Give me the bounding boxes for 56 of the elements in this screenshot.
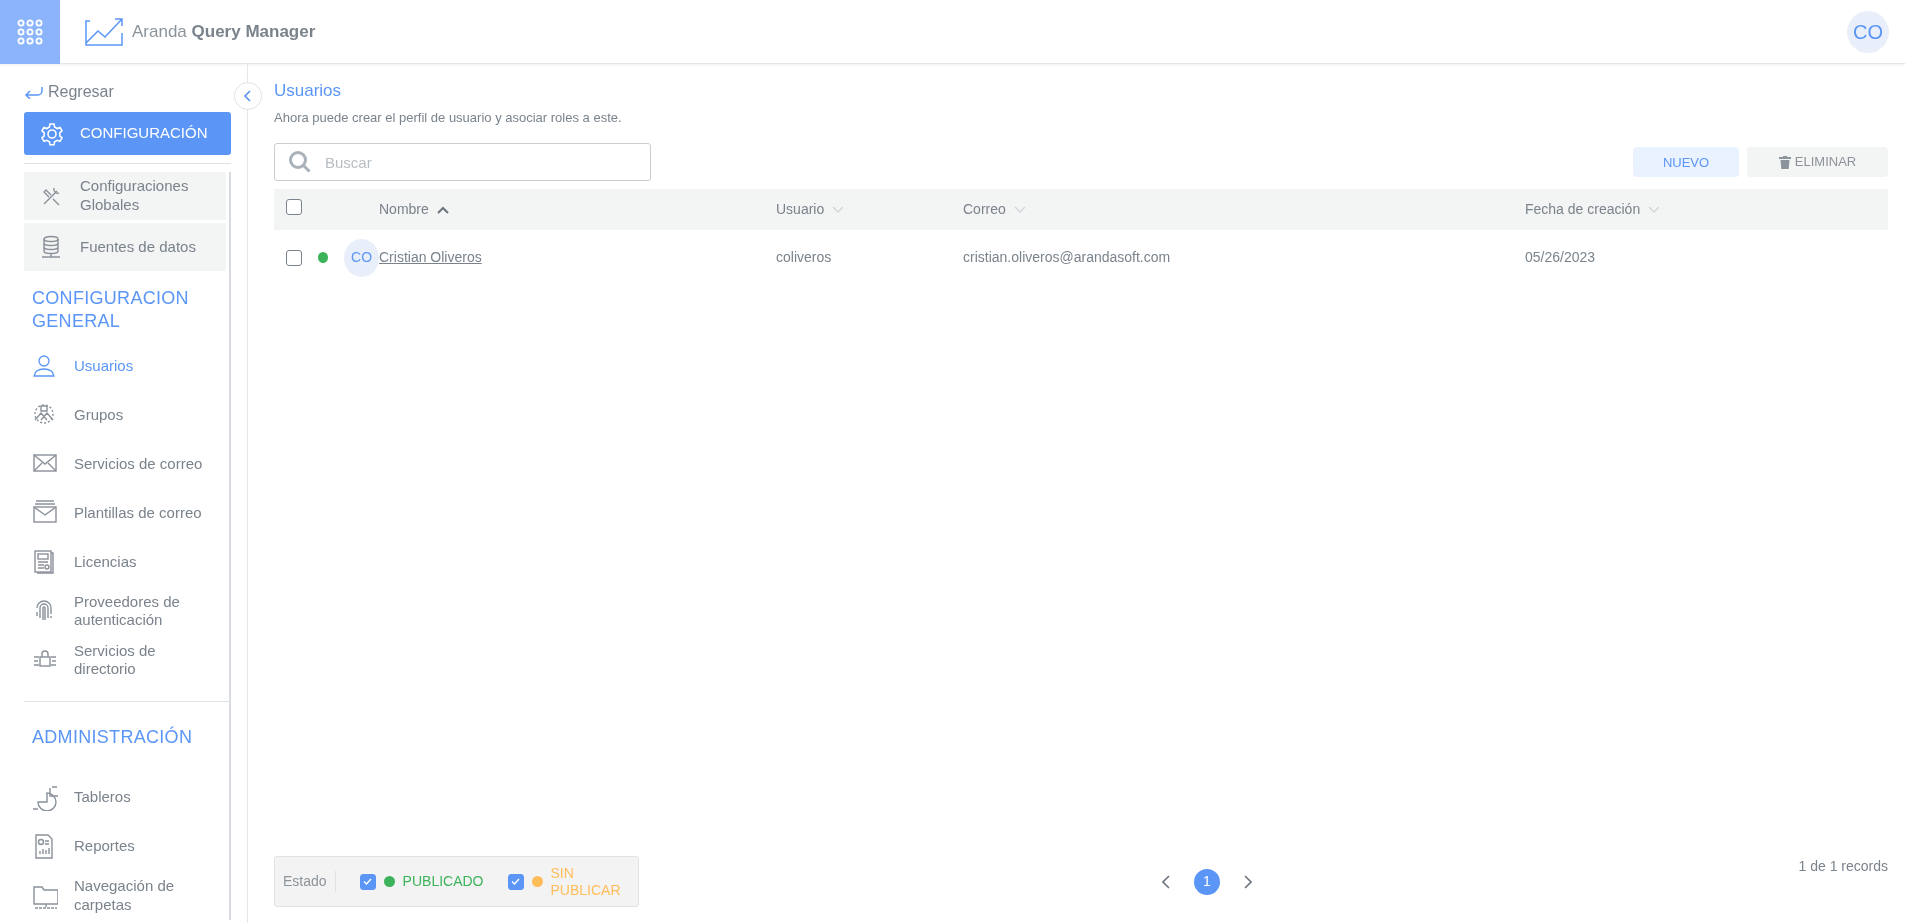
chevron-right-icon xyxy=(1244,875,1252,890)
collapse-sidebar-button[interactable] xyxy=(234,82,262,110)
sidebar-nav-link[interactable]: Servicios de correo xyxy=(24,439,229,489)
filter-checkbox[interactable] xyxy=(359,873,376,890)
user-avatar: CO xyxy=(344,238,379,277)
grid-dots-icon xyxy=(17,18,43,45)
sidebar-nav-link[interactable]: Usuarios xyxy=(24,341,229,391)
page-button[interactable]: 1 xyxy=(1194,868,1220,895)
sidebar-subitem-button[interactable]: Configuraciones Globales xyxy=(24,172,226,220)
section-heading: ADMINISTRACIÓN xyxy=(31,725,194,749)
records-count: 1 de 1 records xyxy=(1798,857,1888,876)
user-name-link[interactable]: Cristian Oliveros xyxy=(379,249,482,265)
page-subtitle: Ahora puede crear el perfil de usuario y asociar roles a este. xyxy=(274,108,623,127)
select-all-checkbox[interactable] xyxy=(286,198,302,215)
new-button[interactable]: NUEVO xyxy=(1633,147,1739,177)
chevron-left-icon xyxy=(244,90,252,102)
sidebar-nav-link[interactable]: Servicios de directorio xyxy=(24,635,229,685)
table-cell: coliveros xyxy=(776,249,832,265)
filter-option-label: SIN PUBLICAR xyxy=(550,865,622,898)
person-icon xyxy=(32,353,58,380)
search-icon xyxy=(288,150,312,174)
chart-line-logo-icon xyxy=(84,16,124,47)
sidebar-nav-link[interactable]: Plantillas de correo xyxy=(24,488,229,538)
sidebar-nav-link[interactable]: Licencias xyxy=(24,537,229,587)
pie-chart-icon xyxy=(32,784,58,811)
sidebar-nav-link[interactable]: Reportes xyxy=(24,822,229,872)
trash-icon xyxy=(1778,155,1791,169)
return-arrow-icon xyxy=(24,85,44,99)
sidebar-subitem-button[interactable]: Fuentes de datos xyxy=(24,223,226,271)
row-checkbox[interactable] xyxy=(286,249,302,266)
apps-menu-button[interactable] xyxy=(0,0,60,64)
user-avatar[interactable]: CO xyxy=(1847,10,1889,53)
filter-label: Estado xyxy=(283,871,336,892)
section-heading: CONFIGURACION GENERAL xyxy=(31,287,190,334)
sidebar-nav-link[interactable]: Proveedores de autenticación xyxy=(24,586,229,636)
column-header[interactable]: Fecha de creación xyxy=(1525,199,1641,220)
sidebar-nav-link[interactable]: Tableros xyxy=(24,773,229,823)
filter-checkbox[interactable] xyxy=(507,873,524,890)
table-cell: cristian.oliveros@arandasoft.com xyxy=(963,249,1171,265)
chevron-left-icon xyxy=(1162,875,1170,890)
page-title: Usuarios xyxy=(274,80,343,102)
filter-option-label: PUBLICADO xyxy=(402,873,484,890)
check-icon xyxy=(363,878,373,885)
gear-icon xyxy=(40,121,64,146)
column-header[interactable]: Usuario xyxy=(776,199,825,220)
table-cell: 05/26/2023 xyxy=(1525,249,1596,265)
sidebar-nav-link[interactable]: Navegación de carpetas xyxy=(24,871,229,921)
sidebar-nav-link[interactable]: Grupos xyxy=(24,390,229,440)
back-link[interactable]: Regresar xyxy=(24,80,114,104)
column-header[interactable]: Correo xyxy=(963,199,1006,220)
app-title: Aranda Query Manager xyxy=(132,20,316,43)
delete-button[interactable]: ELIMINAR xyxy=(1747,147,1888,177)
configuration-module-button[interactable]: CONFIGURACIÓN xyxy=(24,112,231,155)
column-header[interactable]: Nombre xyxy=(379,199,429,220)
search-field[interactable]: Buscar xyxy=(274,143,651,181)
check-icon xyxy=(511,878,520,885)
